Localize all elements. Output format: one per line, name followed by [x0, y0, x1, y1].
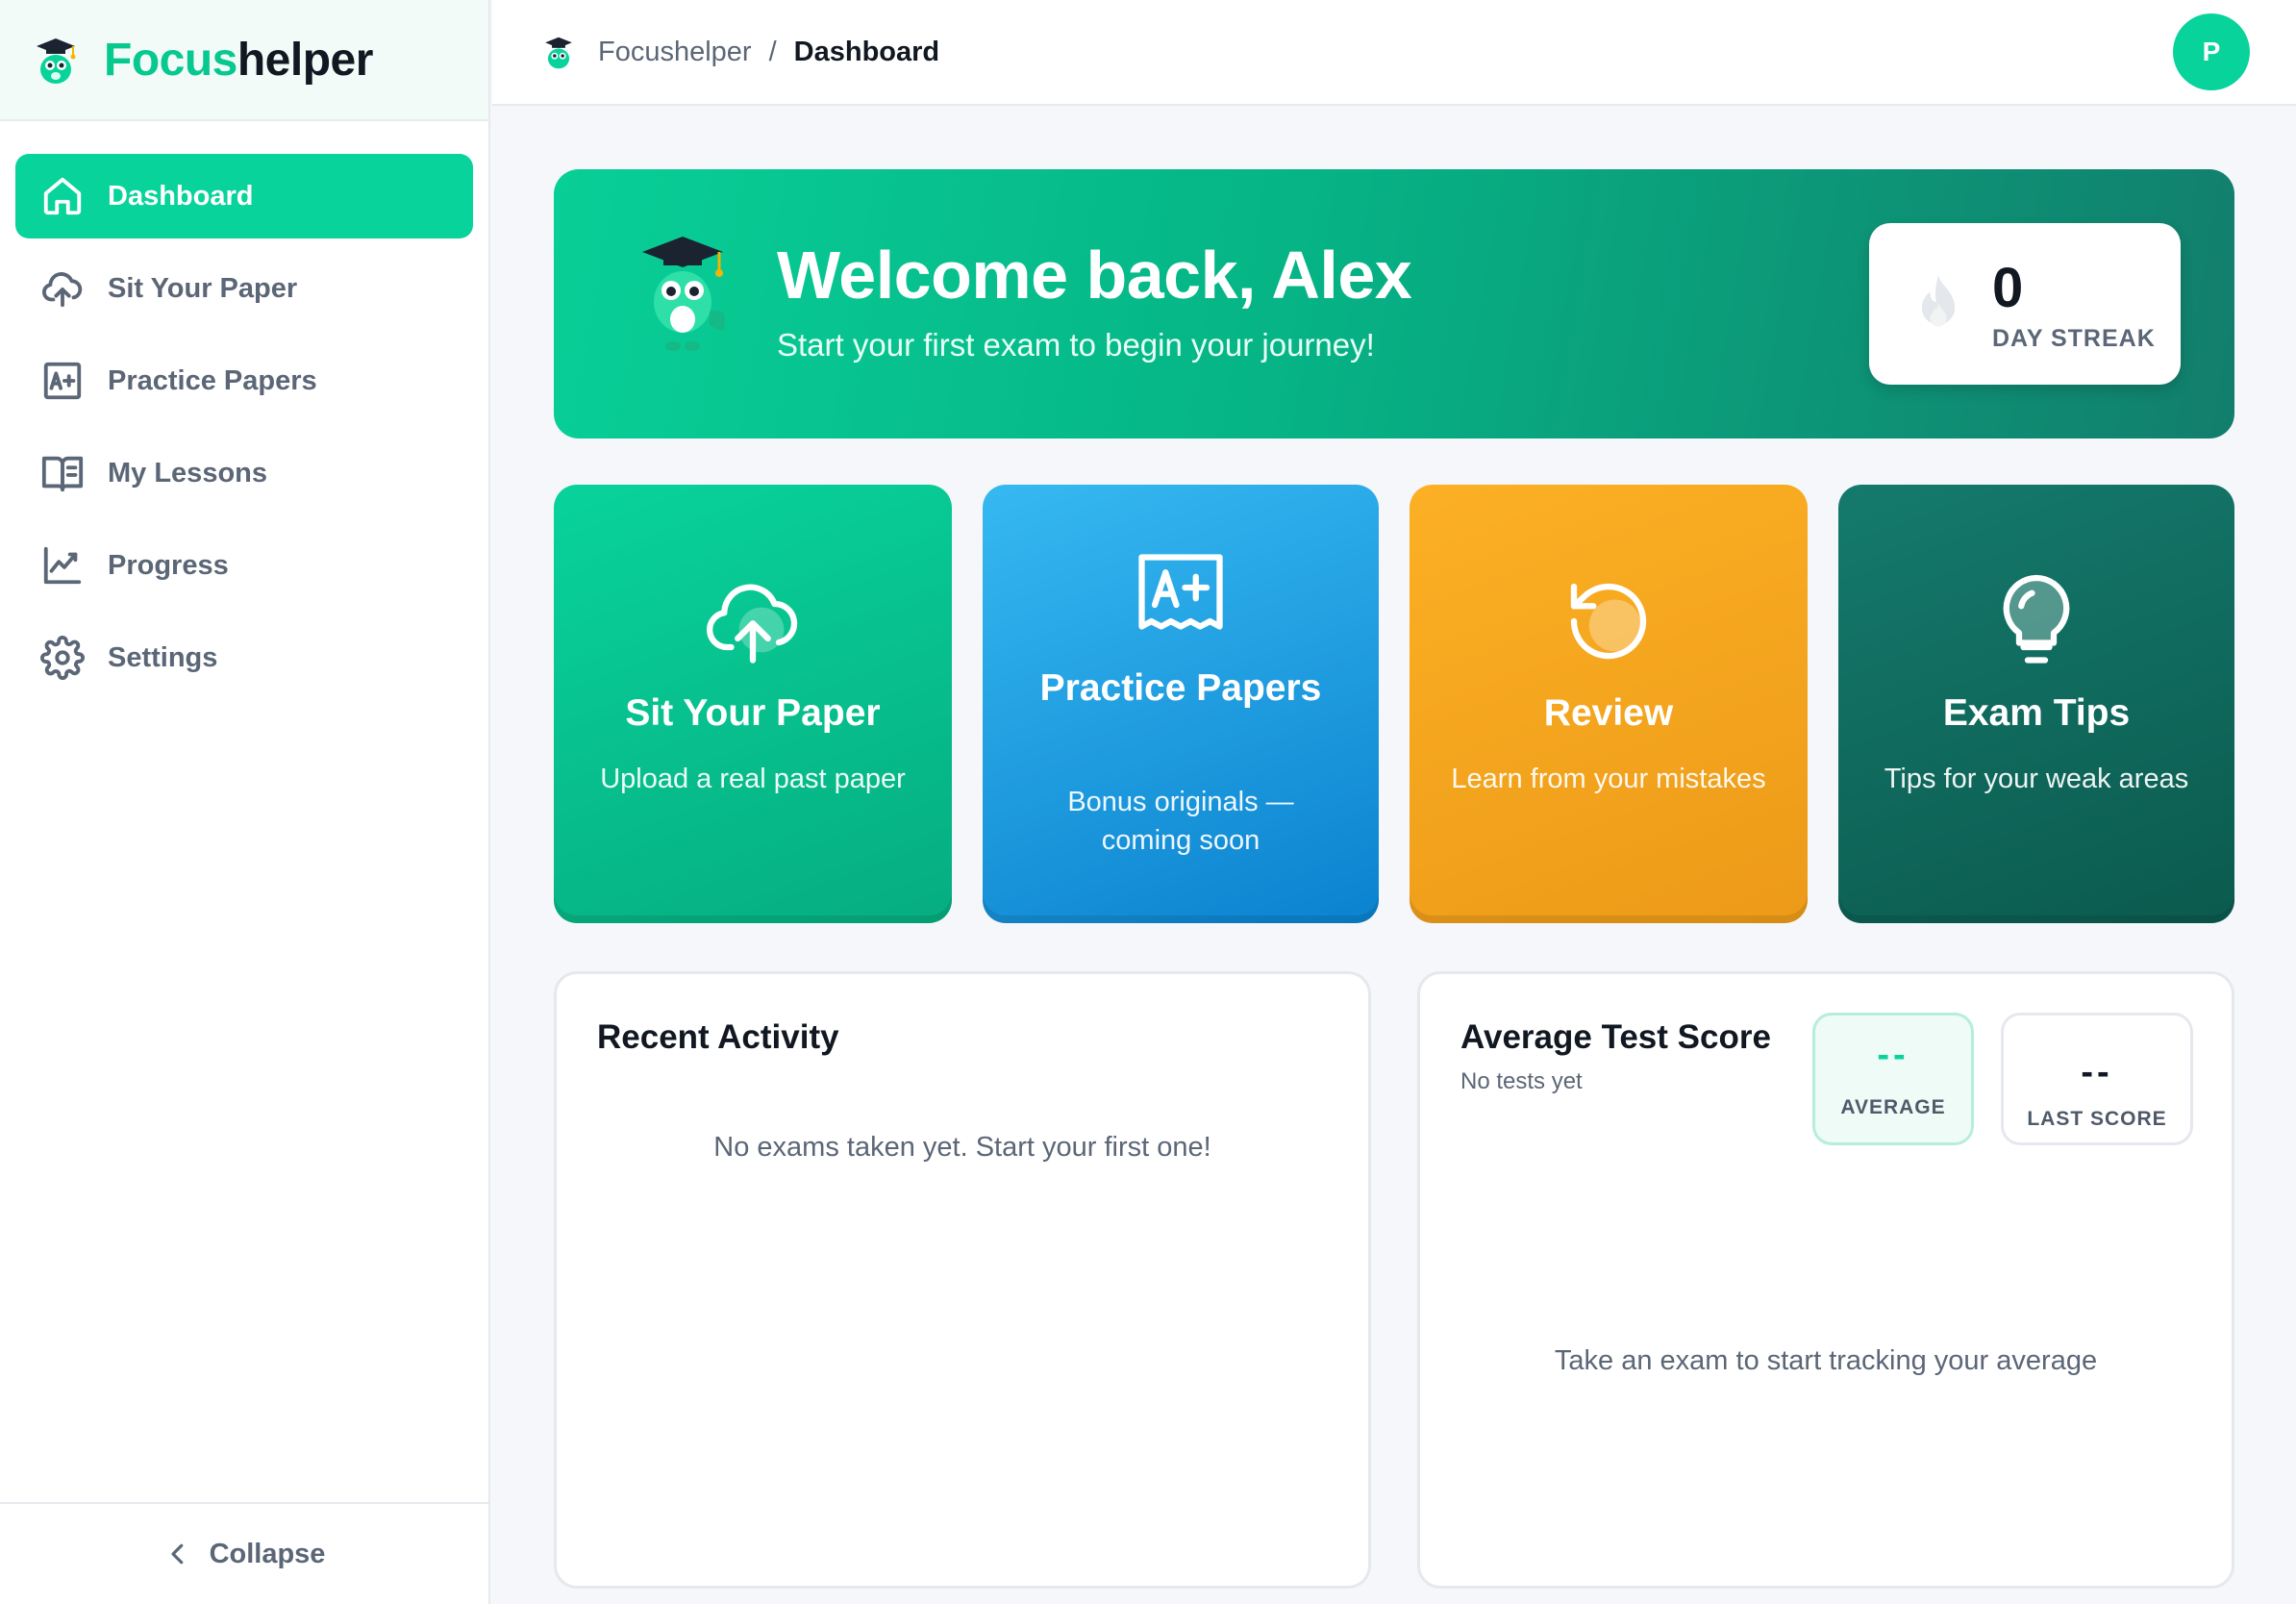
brand-name: Focushelper	[104, 34, 373, 87]
recent-activity-panel: Recent Activity No exams taken yet. Star…	[554, 971, 1371, 1589]
practice-papers-card[interactable]: Practice Papers Bonus originals — coming…	[983, 485, 1379, 923]
sidebar-item-dashboard[interactable]: Dashboard	[15, 154, 473, 238]
average-score-empty-text: Take an exam to start tracking your aver…	[1554, 1345, 2098, 1376]
owl-mascot-icon	[545, 37, 572, 69]
brand-header[interactable]: Focushelper	[0, 0, 488, 121]
grade-paper-icon	[1138, 554, 1223, 630]
streak-value: 0	[1992, 257, 2024, 319]
welcome-subtitle: Start your first exam to begin your jour…	[777, 327, 1375, 363]
sidebar-item-label: Sit Your Paper	[108, 272, 298, 304]
streak-label: DAY STREAK	[1992, 325, 2156, 352]
flame-icon	[1921, 275, 1956, 327]
book-icon	[41, 456, 84, 492]
average-stat-box: -- AVERAGE	[1812, 1013, 1974, 1145]
owl-mascot-logo	[37, 38, 76, 84]
exam-tips-card[interactable]: Exam Tips Tips for your weak areas	[1838, 485, 2234, 923]
sidebar-nav: Dashboard Sit Your Paper Practice Papers…	[0, 121, 488, 700]
sidebar-item-sit-your-paper[interactable]: Sit Your Paper	[15, 246, 473, 331]
owl-mascot-graduate-icon	[642, 237, 726, 351]
review-icon	[1570, 583, 1647, 660]
breadcrumb-current: Dashboard	[793, 36, 940, 67]
sit-your-paper-card[interactable]: Sit Your Paper Upload a real past paper	[554, 485, 952, 923]
recent-activity-title: Recent Activity	[597, 1018, 839, 1056]
sidebar-item-label: Practice Papers	[108, 364, 317, 396]
breadcrumb-separator: /	[768, 36, 777, 67]
brand-name-part2: helper	[237, 34, 374, 86]
average-value: --	[1877, 1035, 1909, 1075]
card-title: Exam Tips	[1942, 692, 2131, 734]
review-card[interactable]: Review Learn from your mistakes	[1410, 485, 1808, 923]
cloud-upload-icon	[42, 272, 83, 308]
collapse-button[interactable]: Collapse	[0, 1502, 488, 1604]
collapse-label: Collapse	[209, 1538, 326, 1569]
sidebar-item-label: Dashboard	[108, 180, 254, 212]
average-score-panel: Average Test Score No tests yet -- AVERA…	[1417, 971, 2234, 1589]
average-label: AVERAGE	[1840, 1096, 1946, 1118]
card-description: Bonus originals — coming soon	[1067, 787, 1294, 856]
last-score-label: LAST SCORE	[2027, 1108, 2167, 1130]
welcome-title: Welcome back, Alex	[777, 238, 1412, 313]
sidebar-item-settings[interactable]: Settings	[15, 615, 473, 700]
average-score-subtitle: No tests yet	[1460, 1068, 1583, 1094]
card-title: Practice Papers	[1039, 667, 1322, 709]
card-description: Tips for your weak areas	[1884, 764, 2189, 794]
average-score-title: Average Test Score	[1460, 1018, 1771, 1056]
last-score-stat-box: -- LAST SCORE	[2001, 1013, 2193, 1145]
top-bar: Focushelper / Dashboard P	[492, 0, 2296, 106]
sidebar-item-my-lessons[interactable]: My Lessons	[15, 431, 473, 515]
sidebar: Focushelper Dashboard Sit Your Paper Pra…	[0, 0, 490, 1604]
breadcrumb-root[interactable]: Focushelper	[598, 37, 752, 68]
home-icon	[43, 177, 82, 215]
chevron-left-icon	[171, 1543, 183, 1565]
card-title: Sit Your Paper	[625, 692, 881, 734]
sidebar-item-label: Progress	[108, 549, 229, 581]
welcome-banner: Welcome back, Alex Start your first exam…	[554, 169, 2234, 439]
gear-icon	[40, 636, 85, 680]
sidebar-item-label: My Lessons	[108, 457, 267, 489]
card-description: Upload a real past paper	[600, 764, 906, 794]
recent-activity-empty-text: No exams taken yet. Start your first one…	[713, 1132, 1211, 1163]
grade-paper-icon	[43, 362, 82, 400]
chart-line-icon	[43, 546, 82, 585]
brand-name-part1: Focus	[104, 34, 237, 86]
sidebar-item-practice-papers[interactable]: Practice Papers	[15, 338, 473, 423]
cloud-upload-icon	[707, 584, 798, 664]
sidebar-item-progress[interactable]: Progress	[15, 523, 473, 608]
day-streak-card: 0 DAY STREAK	[1869, 223, 2181, 385]
avatar[interactable]: P	[2173, 13, 2250, 90]
sidebar-item-label: Settings	[108, 641, 218, 673]
card-title: Review	[1543, 692, 1674, 734]
card-description: Learn from your mistakes	[1451, 764, 1766, 794]
lightbulb-icon	[2003, 574, 2070, 664]
last-score-value: --	[2081, 1052, 2113, 1092]
